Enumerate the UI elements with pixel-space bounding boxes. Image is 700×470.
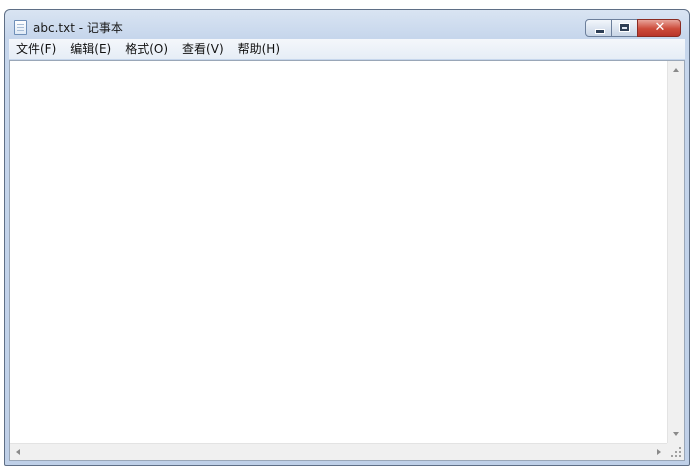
maximize-button[interactable] [611, 19, 638, 37]
arrow-up-icon[interactable] [673, 68, 679, 72]
resize-grip-icon[interactable] [667, 443, 684, 460]
arrow-down-icon[interactable] [673, 432, 679, 436]
close-button[interactable]: ✕ [637, 19, 681, 37]
menu-bar: 文件(F) 编辑(E) 格式(O) 查看(V) 帮助(H) [9, 39, 685, 59]
notepad-window: abc.txt - 记事本 ✕ 文件(F) 编辑(E) 格式(O) 查看(V) … [4, 9, 690, 466]
arrow-right-icon[interactable] [657, 449, 661, 455]
menu-edit[interactable]: 编辑(E) [63, 39, 118, 59]
window-title: abc.txt - 记事本 [33, 21, 123, 35]
vertical-scrollbar[interactable] [667, 61, 684, 443]
text-editor[interactable] [10, 61, 667, 443]
title-bar[interactable]: abc.txt - 记事本 ✕ [5, 10, 689, 38]
menu-view[interactable]: 查看(V) [175, 39, 231, 59]
editor-area [9, 60, 685, 461]
close-icon: ✕ [654, 20, 666, 35]
horizontal-scrollbar[interactable] [10, 443, 667, 460]
notepad-document-icon[interactable] [14, 20, 27, 35]
menu-file[interactable]: 文件(F) [9, 39, 63, 59]
menu-format[interactable]: 格式(O) [118, 39, 175, 59]
arrow-left-icon[interactable] [16, 449, 20, 455]
minimize-icon [595, 29, 605, 34]
maximize-icon [619, 23, 630, 32]
menu-help[interactable]: 帮助(H) [231, 39, 287, 59]
minimize-button[interactable] [585, 19, 612, 37]
caption-buttons: ✕ [585, 19, 681, 37]
